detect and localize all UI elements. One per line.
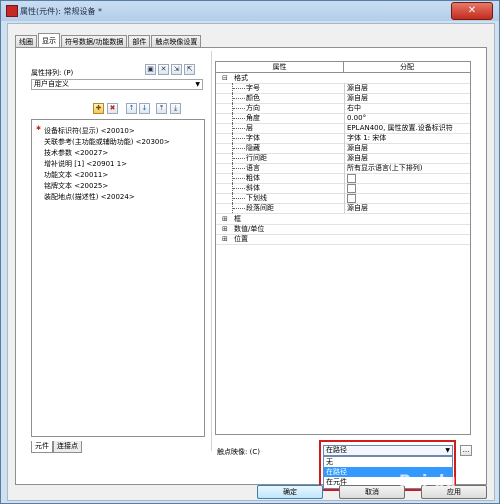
marker-icon: ✱ <box>36 125 42 132</box>
pane-splitter[interactable] <box>211 51 212 451</box>
window-title: 属性(元件): 常规设备 * <box>20 7 103 16</box>
list-item[interactable]: 增补说明 [1] <20901 1> <box>44 159 127 169</box>
more-button[interactable]: ... <box>460 445 472 456</box>
app-icon <box>6 5 18 17</box>
property-list: ✱ 设备标识符(显示) <20010> 关联参考(主功能或辅助功能) <2030… <box>31 119 205 437</box>
group-position[interactable]: ⊞ 位置 <box>216 234 470 245</box>
list-item[interactable]: 技术参数 <20027> <box>44 148 108 158</box>
col-assignment-header[interactable]: 分配 <box>344 62 470 72</box>
move-top-icon[interactable]: ⤒ <box>156 103 167 114</box>
tab-connection-points[interactable]: 连接点 <box>53 441 82 453</box>
sort-label: 属性排列: (P) <box>31 69 74 77</box>
title-bar: 属性(元件): 常规设备 * ✕ <box>1 1 499 21</box>
watermark-logo: Bai du <box>399 471 456 490</box>
bold-checkbox[interactable] <box>347 174 356 183</box>
underline-checkbox[interactable] <box>347 194 356 203</box>
ok-button[interactable]: 确定 <box>257 485 323 499</box>
expand-icon[interactable]: ⊞ <box>222 214 228 224</box>
list-item[interactable]: 功能文本 <20011> <box>44 170 108 180</box>
move-bottom-icon[interactable]: ⤓ <box>170 103 181 114</box>
table-row[interactable]: 段落间距 源自层 <box>216 203 470 214</box>
contact-image-label: 触点映像: (C) <box>217 448 260 456</box>
tab-element[interactable]: 元件 <box>31 441 53 453</box>
delete-scheme-icon[interactable]: ✕ <box>158 64 169 75</box>
import-icon[interactable]: ⇲ <box>171 64 182 75</box>
list-item[interactable]: ✱ 设备标识符(显示) <20010> <box>36 125 135 136</box>
move-down-icon[interactable]: ↓ <box>139 103 150 114</box>
sort-select-value: 用户自定义 <box>34 80 69 88</box>
move-up-icon[interactable]: ↑ <box>126 103 137 114</box>
collapse-icon[interactable]: ⊟ <box>222 73 228 83</box>
left-bottom-tabs: 元件 连接点 <box>31 441 82 453</box>
delete-property-icon[interactable]: ✖ <box>107 103 118 114</box>
italic-checkbox[interactable] <box>347 184 356 193</box>
list-item[interactable]: 装配地点(描述性) <20024> <box>44 192 135 202</box>
export-icon[interactable]: ⇱ <box>184 64 195 75</box>
new-property-icon[interactable]: ✚ <box>93 103 104 114</box>
cancel-button[interactable]: 取消 <box>339 485 405 499</box>
sort-select[interactable]: 用户自定义 ▼ <box>31 79 203 90</box>
expand-icon[interactable]: ⊞ <box>222 234 228 244</box>
property-grid: 属性 分配 ⊟ 格式 字号 源自层 颜色 源自层 方向 右中 角度 0.00° 层 EPL… <box>215 61 471 435</box>
save-icon[interactable]: ▣ <box>145 64 156 75</box>
tab-display[interactable]: 显示 <box>38 33 60 48</box>
properties-dialog: 属性(元件): 常规设备 * ✕ 线圈 显示 符号数据/功能数据 部件 触点映像… <box>0 0 500 504</box>
chevron-down-icon: ▼ <box>195 81 200 88</box>
expand-icon[interactable]: ⊞ <box>222 224 228 234</box>
close-button[interactable]: ✕ <box>451 2 493 20</box>
grid-header: 属性 分配 <box>216 62 470 73</box>
list-item[interactable]: 铭牌文本 <20025> <box>44 181 108 191</box>
col-property-header[interactable]: 属性 <box>216 62 343 72</box>
list-item[interactable]: 关联参考(主功能或辅助功能) <20300> <box>44 137 170 147</box>
